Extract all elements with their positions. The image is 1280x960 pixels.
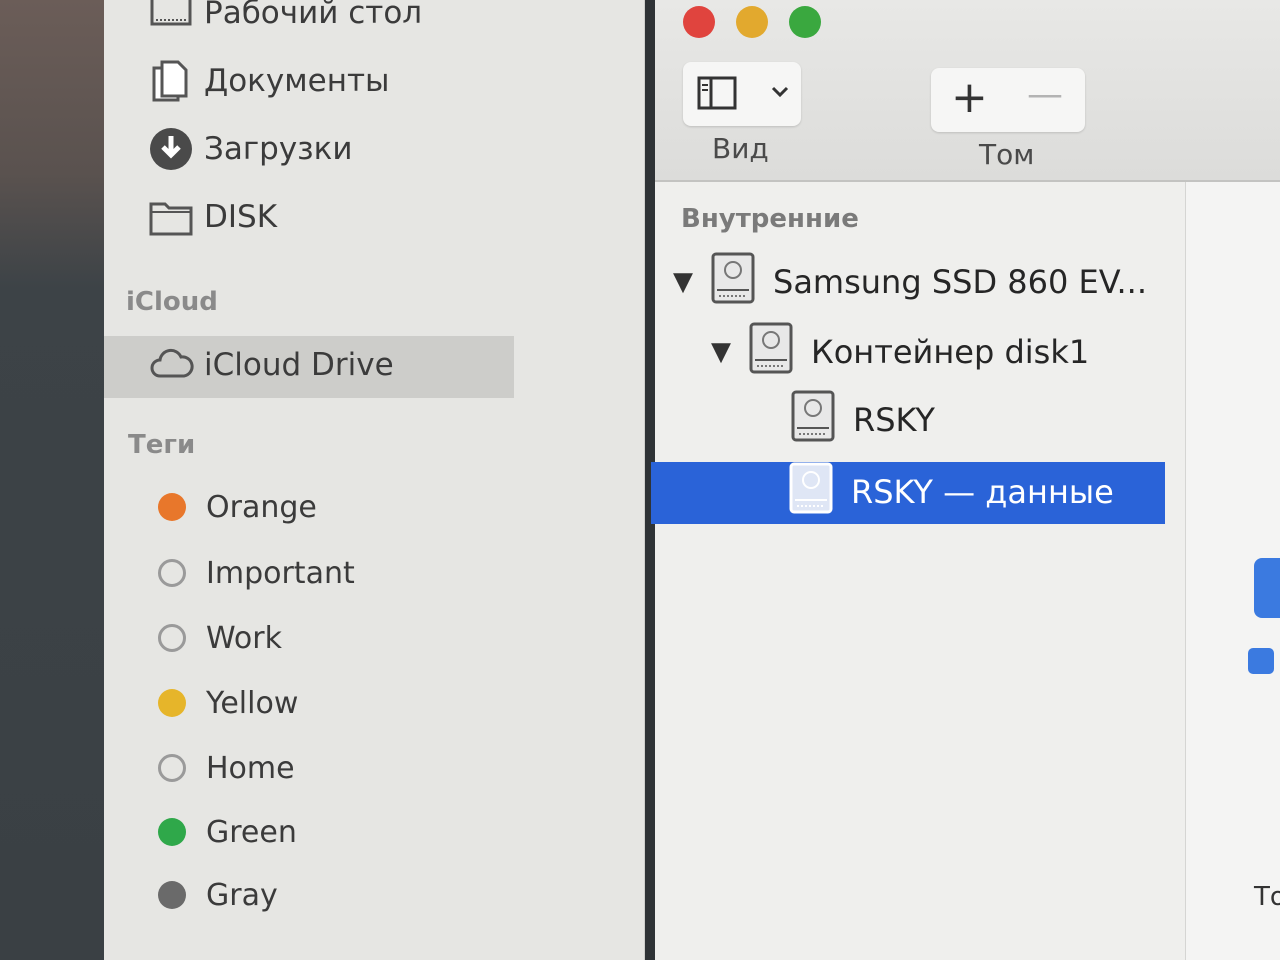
volume-row-samsung-ssd[interactable]: ▼ Samsung SSD 860 EV... xyxy=(673,252,1147,312)
sidebar-item-documents[interactable]: Документы xyxy=(148,54,390,108)
detail-blue-marker xyxy=(1248,648,1274,674)
hard-drive-icon xyxy=(791,390,835,450)
tag-label: Yellow xyxy=(206,685,299,721)
sidebar-toggle-icon xyxy=(697,76,737,114)
tag-color-dot xyxy=(158,689,186,717)
remove-volume-button[interactable]: — xyxy=(1027,74,1063,115)
sidebar-heading-icloud: iCloud xyxy=(126,287,218,317)
tag-label: Gray xyxy=(206,877,278,913)
sidebar-tag-yellow[interactable]: Yellow xyxy=(158,678,298,728)
tag-label: Orange xyxy=(206,489,317,525)
tag-label: Important xyxy=(206,555,355,591)
tag-label: Work xyxy=(206,620,282,656)
add-volume-button[interactable]: + xyxy=(951,72,988,123)
cloud-icon xyxy=(148,342,194,388)
volume-label: Контейнер disk1 xyxy=(811,333,1090,371)
detail-blue-button[interactable] xyxy=(1254,558,1280,618)
documents-icon xyxy=(148,58,194,104)
disk-utility-window: Вид + — Том Внутренние ▼ Samsung SSD 860… xyxy=(651,0,1280,960)
sidebar-item-label: DISK xyxy=(204,199,278,235)
tag-color-dot xyxy=(158,493,186,521)
detail-text-fragment: То xyxy=(1254,882,1280,912)
volume-label: RSKY — данные xyxy=(851,473,1114,511)
sidebar-item-icloud-drive[interactable]: iCloud Drive xyxy=(148,338,394,392)
minimize-button[interactable] xyxy=(736,6,768,38)
sidebar-tag-gray[interactable]: Gray xyxy=(158,870,278,920)
sidebar-item-downloads[interactable]: Загрузки xyxy=(148,122,353,176)
section-internal: Внутренние xyxy=(681,204,859,234)
sidebar-item-desktop[interactable]: Рабочий стол xyxy=(148,0,422,40)
volume-label: Том xyxy=(979,138,1035,171)
disclosure-triangle-icon[interactable]: ▼ xyxy=(673,267,697,297)
sidebar-item-label: iCloud Drive xyxy=(204,347,394,383)
sidebar-item-label: Рабочий стол xyxy=(204,0,423,31)
detail-pane: То xyxy=(1185,182,1280,960)
view-button[interactable] xyxy=(683,62,801,126)
desktop-background xyxy=(0,0,110,960)
downloads-icon xyxy=(148,126,194,172)
hard-drive-icon xyxy=(789,462,833,522)
hard-drive-icon xyxy=(711,252,755,312)
zoom-button[interactable] xyxy=(789,6,821,38)
view-label: Вид xyxy=(712,132,769,165)
chevron-down-icon xyxy=(769,80,791,106)
hard-drive-icon xyxy=(749,322,793,382)
sidebar-tag-work[interactable]: Work xyxy=(158,613,282,663)
sidebar-tag-home[interactable]: Home xyxy=(158,743,295,793)
sidebar-heading-tags: Теги xyxy=(128,430,196,460)
volume-label: Samsung SSD 860 EV... xyxy=(773,263,1147,301)
tag-color-dot xyxy=(158,818,186,846)
volume-row-rsky-data-selected[interactable]: RSKY — данные xyxy=(651,462,1165,524)
volume-label: RSKY xyxy=(853,401,935,439)
folder-icon xyxy=(148,194,194,240)
tag-label: Home xyxy=(206,750,295,786)
sidebar-item-label: Документы xyxy=(204,63,390,99)
volume-row-rsky-data[interactable]: RSKY — данные xyxy=(789,462,1114,522)
volume-list: Внутренние ▼ Samsung SSD 860 EV... ▼ Кон… xyxy=(651,182,1185,960)
finder-sidebar: Рабочий стол Документы Загрузки DISK iCl… xyxy=(104,0,645,960)
sidebar-tag-important[interactable]: Important xyxy=(158,548,355,598)
desktop-icon xyxy=(148,0,194,36)
toolbar: Вид + — Том xyxy=(655,0,1280,182)
sidebar-item-disk[interactable]: DISK xyxy=(148,190,277,244)
disclosure-triangle-icon[interactable]: ▼ xyxy=(711,337,735,367)
tag-color-dot xyxy=(158,754,186,782)
sidebar-item-label: Загрузки xyxy=(204,131,353,167)
tag-color-dot xyxy=(158,559,186,587)
volume-button-group: + — xyxy=(931,68,1085,132)
tag-label: Green xyxy=(206,814,297,850)
tag-color-dot xyxy=(158,881,186,909)
volume-row-rsky[interactable]: RSKY xyxy=(791,390,935,450)
sidebar-tag-orange[interactable]: Orange xyxy=(158,482,317,532)
tag-color-dot xyxy=(158,624,186,652)
volume-row-container-disk1[interactable]: ▼ Контейнер disk1 xyxy=(711,322,1089,382)
sidebar-tag-green[interactable]: Green xyxy=(158,807,297,857)
close-button[interactable] xyxy=(683,6,715,38)
